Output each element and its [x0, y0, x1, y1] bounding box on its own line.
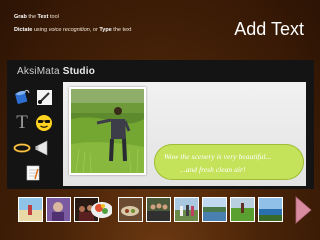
thumb-food-plate[interactable] — [90, 196, 112, 219]
slide-headline: Add Text — [234, 19, 304, 39]
halo-ring-icon[interactable] — [13, 139, 31, 157]
brush-icon[interactable] — [35, 88, 53, 106]
app-title: AksiMata Studio — [17, 66, 96, 77]
caption-bubble[interactable]: Wow the scenery is very beautiful... ...… — [154, 144, 304, 180]
thumb-beach-person[interactable] — [18, 197, 43, 222]
thumb-group-photo[interactable] — [146, 197, 171, 222]
caption-line-2: ...and fresh clean air! — [180, 165, 246, 174]
thumb-purple-portrait[interactable] — [46, 197, 71, 222]
caption-line-1: Wow the scenery is very beautiful... — [164, 152, 272, 161]
tool-panel: T — [11, 86, 57, 186]
thumb-people-outdoor[interactable] — [174, 197, 199, 222]
rice-field-photo[interactable] — [69, 87, 146, 175]
thumb-coast-view[interactable] — [258, 197, 283, 222]
thumb-dinner-table[interactable] — [118, 197, 143, 222]
app-window: AksiMata Studio T Wow the scenery is ver… — [7, 60, 314, 189]
editing-canvas[interactable]: Wow the scenery is very beautiful... ...… — [63, 82, 306, 186]
text-tool-icon[interactable]: T — [13, 112, 31, 133]
next-arrow-button[interactable] — [292, 194, 314, 226]
thumbnail-strip — [0, 194, 320, 230]
instruction-line-1: Grab the Text tool — [14, 14, 59, 20]
sunglasses-smiley-icon[interactable] — [35, 114, 53, 132]
notepad-icon[interactable] — [24, 164, 42, 182]
thumb-green-field[interactable] — [230, 197, 255, 222]
megaphone-icon[interactable] — [35, 139, 53, 157]
paint-bucket-icon[interactable] — [13, 88, 31, 106]
thumb-lake-scenery[interactable] — [202, 197, 227, 222]
instruction-line-2: Dictate using voice recognition, or Type… — [14, 27, 132, 33]
